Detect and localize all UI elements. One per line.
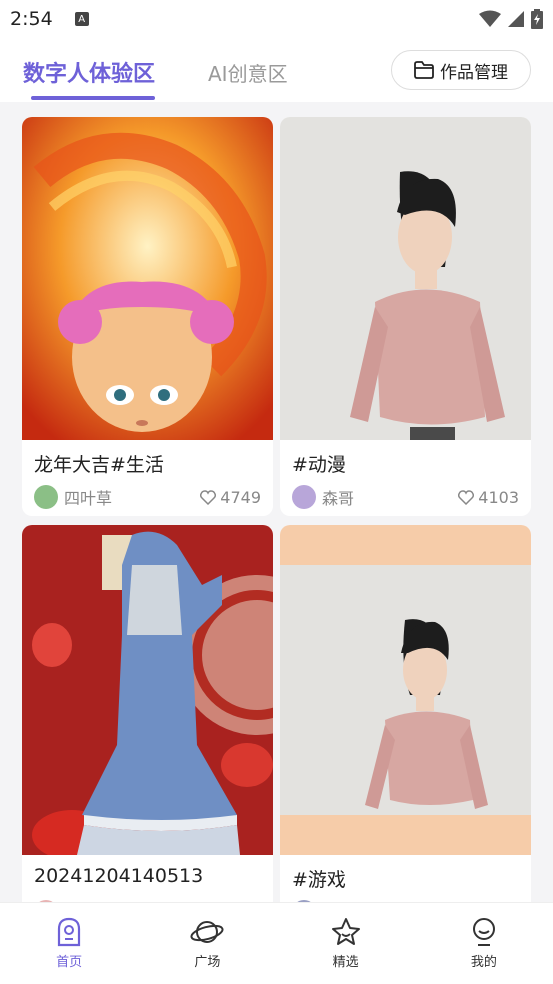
status-bar: 2:54 A xyxy=(0,0,553,38)
tab-active-indicator xyxy=(31,96,155,100)
folder-icon xyxy=(414,61,434,79)
profile-icon xyxy=(472,918,495,946)
work-thumbnail xyxy=(280,117,531,440)
work-title: #游戏 xyxy=(292,869,346,891)
work-thumbnail xyxy=(22,525,273,855)
work-thumbnail xyxy=(280,525,531,855)
work-meta: 森哥 4103 xyxy=(280,478,531,516)
work-meta xyxy=(22,893,273,902)
like-count-value: 4103 xyxy=(478,487,519,507)
author-avatar[interactable] xyxy=(34,485,58,509)
work-thumbnail xyxy=(22,117,273,440)
notification-a-icon: A xyxy=(74,12,89,26)
works-manage-button[interactable]: 作品管理 xyxy=(391,50,531,90)
nav-mine[interactable]: 我的 xyxy=(415,903,553,984)
work-meta: 四叶草 4749 xyxy=(22,478,273,516)
signal-icon xyxy=(508,11,524,27)
work-title: 20241204140513 xyxy=(34,865,204,887)
nav-square[interactable]: 广场 xyxy=(138,903,276,984)
tab-ai-creative[interactable]: AI创意区 xyxy=(208,58,288,87)
nav-square-label: 广场 xyxy=(194,955,221,970)
star-icon xyxy=(331,918,360,945)
nav-featured-label: 精选 xyxy=(332,955,359,970)
work-card[interactable]: 20241204140513 xyxy=(22,525,273,902)
nav-featured[interactable]: 精选 xyxy=(277,903,415,984)
like-count-value: 4749 xyxy=(220,487,261,507)
work-card[interactable]: 龙年大吉#生活 四叶草 4749 xyxy=(22,117,273,516)
work-title: #动漫 xyxy=(292,454,346,476)
like-count[interactable]: 4749 xyxy=(200,488,261,507)
wifi-icon xyxy=(479,10,501,27)
header: 数字人体验区 AI创意区 作品管理 xyxy=(0,38,553,102)
status-time: 2:54 xyxy=(10,8,53,30)
nav-mine-label: 我的 xyxy=(470,955,497,970)
author-avatar[interactable] xyxy=(292,485,316,509)
author-name[interactable]: 森哥 xyxy=(322,485,354,509)
like-count[interactable]: 4103 xyxy=(458,488,519,507)
works-manage-label: 作品管理 xyxy=(440,62,508,83)
nav-home[interactable]: 首页 xyxy=(0,903,138,984)
work-title: 龙年大吉#生活 xyxy=(34,454,164,476)
planet-icon xyxy=(190,921,224,943)
battery-icon xyxy=(531,9,543,29)
bottom-nav: 首页 广场 精选 我的 xyxy=(0,902,553,984)
work-card[interactable]: #动漫 森哥 4103 xyxy=(280,117,531,516)
robot-home-icon xyxy=(58,917,81,947)
work-card[interactable]: #游戏 xyxy=(280,525,531,902)
author-name[interactable]: 四叶草 xyxy=(64,485,112,509)
nav-home-label: 首页 xyxy=(56,955,83,970)
heart-icon xyxy=(200,489,217,505)
tab-digital-human[interactable]: 数字人体验区 xyxy=(23,56,155,88)
works-grid: 龙年大吉#生活 四叶草 4749 #动漫 森哥 4103 20241204140… xyxy=(0,102,553,902)
heart-icon xyxy=(458,489,475,505)
status-right-icons xyxy=(479,9,543,29)
work-meta xyxy=(280,893,531,902)
